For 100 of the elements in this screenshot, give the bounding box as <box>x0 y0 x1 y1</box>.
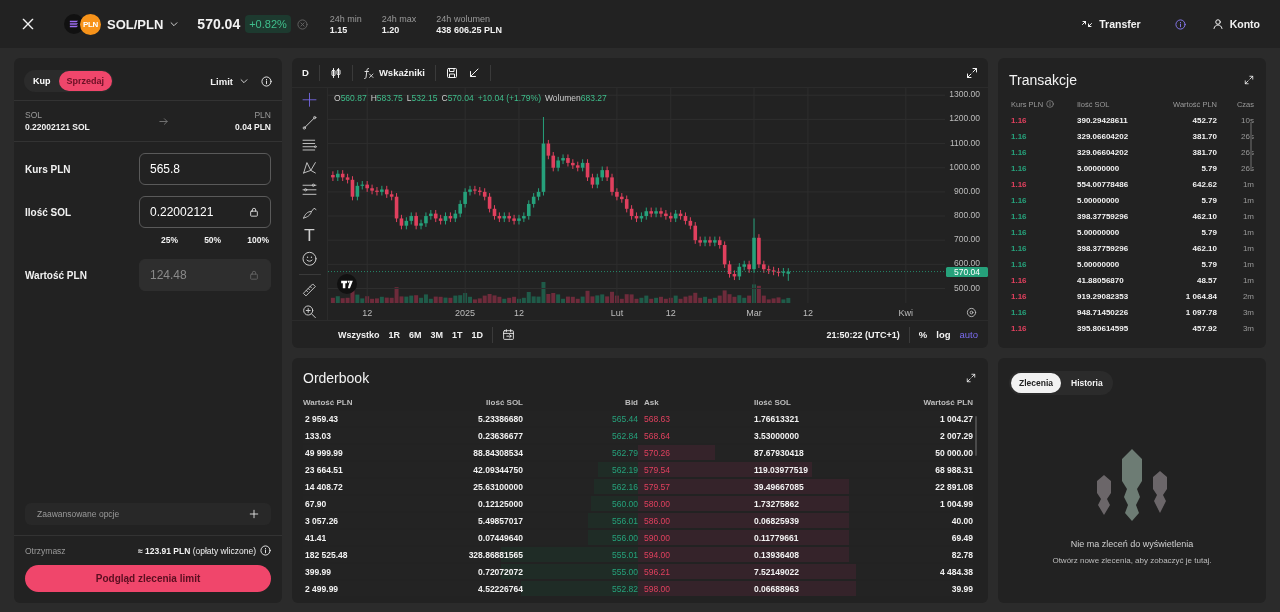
scrollbar-thumb[interactable] <box>975 416 977 456</box>
table-cell-text: 4 484.38 <box>938 565 973 579</box>
axis-label: 12 <box>665 308 676 318</box>
transfer-icon <box>1081 18 1094 30</box>
range-button[interactable]: 3M <box>430 329 444 340</box>
table-cell-text: 182 525.48 <box>304 548 349 562</box>
asset-label: PLN <box>254 110 271 120</box>
axis-label: 1200.00 <box>949 113 980 124</box>
range-button[interactable]: Wszystko <box>338 329 380 340</box>
table-cell-text: 1.16 <box>1011 195 1028 205</box>
table-cell-text: 555.00 <box>611 565 638 579</box>
range-button[interactable]: 1R <box>388 329 401 340</box>
axis-label: 12 <box>513 308 524 318</box>
interval-button[interactable]: D <box>302 67 309 78</box>
candles-icon[interactable] <box>329 66 342 79</box>
ruler-icon[interactable] <box>301 281 318 298</box>
logo-icon[interactable] <box>337 274 357 294</box>
input-field[interactable]: 565.8 <box>139 153 271 185</box>
close-icon[interactable] <box>20 16 36 32</box>
crosshair-icon[interactable] <box>301 92 318 108</box>
lock-icon[interactable] <box>249 207 259 217</box>
calendar-icon[interactable] <box>502 328 516 341</box>
clear-icon[interactable] <box>296 18 308 30</box>
range-button[interactable]: 6M <box>409 329 422 340</box>
side-tab[interactable]: Kup <box>25 71 59 91</box>
table-cell-text: 381.70 <box>1191 147 1217 157</box>
input-field[interactable]: 0.22002121 <box>139 196 271 228</box>
table-cell-text: 82.78 <box>950 548 973 562</box>
levels-icon[interactable] <box>301 182 318 198</box>
stat-value: 1.15 <box>329 24 349 35</box>
table-cell-text: 580.00 <box>644 497 671 511</box>
scrollbar-thumb[interactable] <box>1250 122 1252 170</box>
advanced-options-toggle[interactable]: Zaawansowane opcje <box>25 503 271 525</box>
arrow-icon <box>157 115 169 127</box>
table-cell-text: 40.00 <box>950 514 973 528</box>
table-cell-text: 568.63 <box>644 412 671 426</box>
table-cell-text: 0.06825939 <box>754 514 800 528</box>
scale-button[interactable]: % <box>918 329 928 340</box>
arrow-icon[interactable] <box>467 66 480 79</box>
table-cell-text: 49 999.99 <box>304 446 344 460</box>
pair-selector[interactable]: SOL/PLN <box>107 16 180 32</box>
order-type-dropdown[interactable]: Limit <box>210 75 249 87</box>
table-cell-text: 552.82 <box>611 582 638 596</box>
stat-label: 24h max <box>381 13 417 24</box>
parallel-lines-icon[interactable] <box>301 137 318 153</box>
account-button[interactable]: Konto <box>1211 18 1260 30</box>
tab[interactable]: Zlecenia <box>1011 373 1062 393</box>
range-button[interactable]: 1T <box>452 329 463 340</box>
percent-button[interactable]: 50% <box>204 235 222 245</box>
percent-button[interactable]: 25% <box>161 235 178 245</box>
column-header: Ask <box>644 396 660 409</box>
settings-icon[interactable] <box>966 307 977 318</box>
axis-label: Lut <box>610 308 624 318</box>
table-cell-text: 329.06604202 <box>1077 147 1130 157</box>
table-cell-text: 2m <box>1241 291 1254 301</box>
ohlc-value: O560.87 <box>334 93 367 103</box>
table-cell-text: 565.44 <box>611 412 638 426</box>
ref-line-label: 570.04 <box>954 266 981 277</box>
scale-button[interactable]: log <box>936 329 951 340</box>
last-price: 570.04 <box>197 16 241 32</box>
table-cell-text: 1.16 <box>1011 259 1028 269</box>
table-cell-text: 1.16 <box>1011 147 1028 157</box>
smiley-icon[interactable] <box>301 251 318 267</box>
text-tool[interactable]: T <box>304 227 315 245</box>
expand-icon[interactable] <box>966 373 976 383</box>
percent-button[interactable]: 100% <box>247 235 269 245</box>
scale-button[interactable]: auto <box>959 329 978 340</box>
stat-label: 24h min <box>329 13 362 24</box>
table-cell-text: 586.00 <box>644 514 671 528</box>
table-cell-text: 119.03977519 <box>754 463 809 477</box>
table-cell-text: 457.92 <box>1191 323 1217 333</box>
panel-title: Transakcje <box>1009 72 1077 88</box>
pattern-icon[interactable] <box>301 159 318 176</box>
trend-line-icon[interactable] <box>301 114 318 131</box>
field-label: Wartość PLN <box>25 269 87 281</box>
table-cell-text: 390.29428611 <box>1077 115 1129 125</box>
table-cell-text: 570.26 <box>644 446 671 460</box>
range-button[interactable]: 1D <box>471 329 484 340</box>
table-cell-text: 1.16 <box>1011 227 1028 237</box>
zoom-in-icon[interactable] <box>301 304 318 320</box>
column-header: Ilość SOL <box>485 396 523 409</box>
expand-icon[interactable] <box>966 66 978 79</box>
axis-label: 900.00 <box>954 185 980 196</box>
tab[interactable]: Historia <box>1063 373 1111 393</box>
expand-icon[interactable] <box>1244 75 1254 85</box>
table-cell-text: 562.16 <box>611 480 638 494</box>
preview-order-button[interactable]: Podgląd zlecenia limit <box>25 565 271 592</box>
empty-title: Nie ma zleceń do wyświetlenia <box>1070 539 1194 549</box>
transfer-button[interactable]: Transfer <box>1081 18 1141 30</box>
table-cell-text: 395.80614595 <box>1077 323 1130 333</box>
indicators-button[interactable]: Wskaźniki <box>362 66 425 79</box>
table-cell-text: 1m <box>1241 195 1254 205</box>
table-cell-text: 1m <box>1241 243 1254 253</box>
table-cell-text: 1 064.84 <box>1184 291 1217 301</box>
table-cell-text: 948.71450226 <box>1077 307 1130 317</box>
save-icon[interactable] <box>445 66 458 79</box>
axis-label: 1100.00 <box>949 137 980 148</box>
table-cell-text: 5.00000000 <box>1077 227 1121 237</box>
column-header: Wartość PLN <box>303 396 354 409</box>
table-cell-text: 1m <box>1241 275 1254 285</box>
